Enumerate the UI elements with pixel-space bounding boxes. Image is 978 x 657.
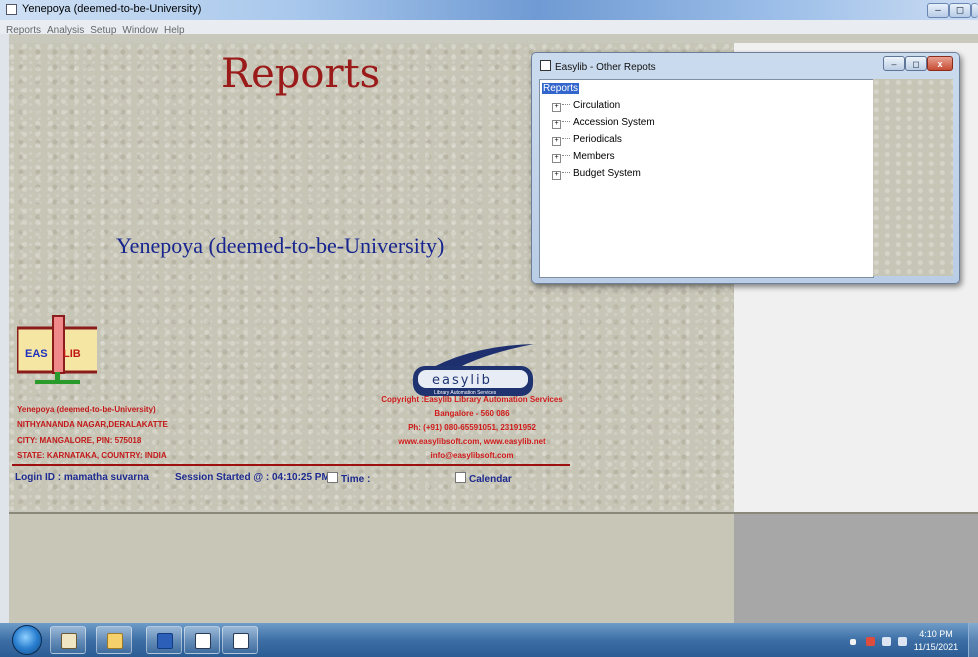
- address-line-4: STATE: KARNATAKA, COUNTRY: INDIA: [17, 451, 167, 460]
- child-window-titlebar[interactable]: Easylib - Other Repots: [540, 60, 656, 73]
- university-name: Yenepoya (deemed-to-be-University): [116, 233, 445, 258]
- tree-item-periodicals[interactable]: + Periodicals: [552, 134, 622, 146]
- menu-reports[interactable]: Reports: [6, 24, 41, 38]
- menu-analysis[interactable]: Analysis: [47, 24, 84, 38]
- taskbar: 4:10 PM 11/15/2021: [0, 623, 978, 657]
- copyright-line-2: Bangalore - 560 086: [434, 409, 510, 418]
- tray-expand-icon[interactable]: [850, 639, 856, 645]
- library-book-logo-icon: EAS LIB: [17, 315, 97, 384]
- clock-time[interactable]: 4:10 PM: [911, 629, 961, 639]
- show-desktop-button[interactable]: [968, 623, 978, 657]
- address-line-3: CITY: MANGALORE, PIN: 575018: [17, 436, 142, 445]
- logo-text-right: LIB: [63, 348, 81, 360]
- child-minimize-button[interactable]: –: [883, 56, 905, 71]
- menu-bar: Reports Analysis Setup Window Help: [0, 20, 978, 36]
- expand-icon[interactable]: +: [552, 154, 561, 163]
- tray-security-icon[interactable]: [866, 637, 875, 646]
- copyright-line-5: info@easylibsoft.com: [430, 451, 514, 460]
- child-window-title: Easylib - Other Repots: [555, 62, 656, 73]
- tree-item-accession-system[interactable]: + Accession System: [552, 117, 655, 129]
- tree-item-members[interactable]: + Members: [552, 151, 615, 163]
- logo-text-left: EAS: [25, 348, 48, 360]
- calendar-checkbox-group[interactable]: Calendar: [455, 472, 512, 485]
- copyright-line-4: www.easylibsoft.com, www.easylib.net: [398, 437, 546, 446]
- menu-window[interactable]: Window: [122, 24, 158, 38]
- child-maximize-button[interactable]: ◻: [905, 56, 927, 71]
- child-window-side-panel: [873, 79, 953, 276]
- expand-icon[interactable]: +: [552, 171, 561, 180]
- app-icon: [6, 4, 17, 15]
- calendar-label: Calendar: [469, 474, 512, 485]
- close-button[interactable]: [971, 3, 978, 18]
- page-title: Reports: [221, 51, 381, 97]
- clock-date[interactable]: 11/15/2021: [911, 642, 961, 652]
- minimize-button[interactable]: –: [927, 3, 949, 18]
- expand-icon[interactable]: +: [552, 137, 561, 146]
- expand-icon[interactable]: +: [552, 103, 561, 112]
- tree-item-budget-system[interactable]: + Budget System: [552, 168, 641, 180]
- left-border: [0, 34, 9, 623]
- session-started-label: Session Started @ : 04:10:25 PM: [175, 472, 330, 483]
- expand-icon[interactable]: +: [552, 120, 561, 129]
- taskbar-easylib-icon-2[interactable]: [222, 626, 258, 654]
- start-button[interactable]: [12, 625, 42, 655]
- time-label: Time :: [341, 474, 371, 485]
- taskbar-library-icon[interactable]: [50, 626, 86, 654]
- copyright-line-1: Copyright :Easylib Library Automation Se…: [381, 395, 563, 404]
- divider-line: [12, 464, 570, 466]
- child-close-button[interactable]: x: [927, 56, 953, 71]
- easylib-logo-icon: easylib Library Automation Services: [412, 344, 534, 396]
- window-titlebar[interactable]: Yenepoya (deemed-to-be-University) – ◻: [0, 0, 978, 20]
- login-id-label: Login ID : mamatha suvarna: [15, 472, 149, 483]
- copyright-line-3: Ph: (+91) 080-65591051, 23191952: [408, 423, 536, 432]
- taskbar-easylib-icon-1[interactable]: [184, 626, 220, 654]
- tray-network-icon[interactable]: [882, 637, 891, 646]
- address-line-2: NITHYANANDA NAGAR,DERALAKATTE: [17, 420, 168, 429]
- menu-setup[interactable]: Setup: [90, 24, 116, 38]
- tray-volume-icon[interactable]: [898, 637, 907, 646]
- lower-panel: [9, 512, 734, 625]
- maximize-button[interactable]: ◻: [949, 3, 971, 18]
- window-icon: [540, 60, 551, 71]
- calendar-checkbox[interactable]: [455, 472, 466, 483]
- taskbar-file-explorer-icon[interactable]: [96, 626, 132, 654]
- window-title: Yenepoya (deemed-to-be-University): [22, 3, 202, 15]
- reports-tree-view[interactable]: Reports + Circulation + Accession System +…: [539, 79, 874, 278]
- easylib-wordmark: easylib: [432, 373, 492, 388]
- tree-item-circulation[interactable]: + Circulation: [552, 100, 620, 112]
- taskbar-word-icon[interactable]: [146, 626, 182, 654]
- other-reports-window[interactable]: Easylib - Other Repots – ◻ x Reports + Ci…: [531, 52, 960, 284]
- address-line-1: Yenepoya (deemed-to-be-University): [17, 405, 156, 414]
- time-checkbox-group[interactable]: Time :: [327, 472, 370, 485]
- tree-root-reports[interactable]: Reports: [542, 83, 580, 94]
- menu-help[interactable]: Help: [164, 24, 185, 38]
- time-checkbox[interactable]: [327, 472, 338, 483]
- lower-right-area: [734, 512, 978, 625]
